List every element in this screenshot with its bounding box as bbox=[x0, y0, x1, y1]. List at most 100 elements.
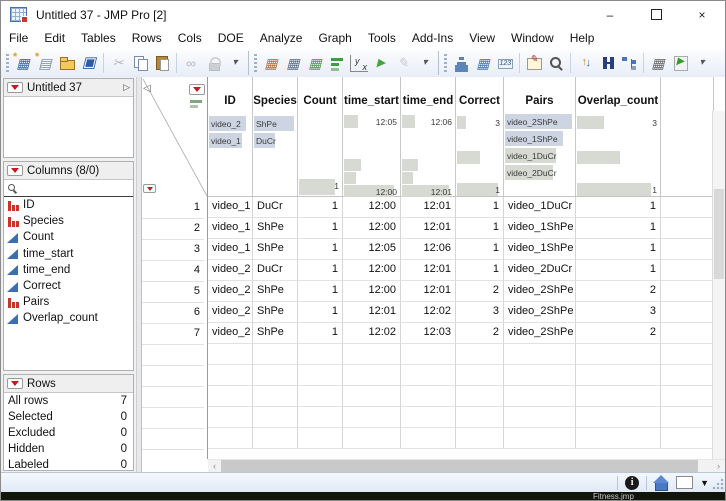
cut-button[interactable] bbox=[107, 52, 129, 74]
cell[interactable] bbox=[208, 365, 253, 386]
row-number[interactable]: 4 bbox=[142, 261, 204, 282]
cell[interactable]: 12:01 bbox=[401, 197, 456, 218]
cell[interactable] bbox=[298, 407, 343, 428]
overflow-button[interactable] bbox=[691, 52, 713, 74]
header-graph-bar[interactable] bbox=[457, 151, 480, 164]
rows-stat-excluded[interactable]: Excluded 0 bbox=[4, 425, 133, 441]
cell[interactable] bbox=[576, 386, 661, 407]
nominal-modeling-type-icon[interactable] bbox=[7, 216, 19, 227]
overflow-button[interactable] bbox=[224, 52, 246, 74]
cell[interactable]: 1 bbox=[298, 260, 343, 281]
continuous-modeling-type-icon[interactable] bbox=[7, 281, 19, 292]
column-header-id[interactable]: ID bbox=[208, 77, 253, 111]
column-header-graph[interactable]: ShPe DuCr bbox=[253, 111, 298, 197]
cell[interactable]: 12:05 bbox=[343, 239, 401, 260]
cell[interactable] bbox=[343, 344, 401, 365]
cell[interactable]: 1 bbox=[456, 260, 504, 281]
red-triangle-columns-header-menu-icon[interactable] bbox=[189, 84, 205, 95]
header-graph-bar[interactable] bbox=[457, 116, 466, 129]
column-header-graph[interactable]: 1 bbox=[298, 111, 343, 197]
row-number[interactable]: 2 bbox=[142, 219, 204, 240]
cell[interactable] bbox=[504, 344, 576, 365]
nominal-modeling-type-icon[interactable] bbox=[7, 297, 19, 308]
cell[interactable]: video_1 bbox=[208, 239, 253, 260]
header-graph-bar[interactable] bbox=[457, 183, 498, 196]
cell[interactable]: DuCr bbox=[253, 197, 298, 218]
cell[interactable] bbox=[576, 407, 661, 428]
column-item-count[interactable]: Count bbox=[4, 229, 133, 245]
close-button[interactable]: × bbox=[679, 1, 725, 28]
row-number[interactable]: 1 bbox=[142, 198, 204, 219]
menu-tables[interactable]: Tables bbox=[73, 28, 124, 49]
resize-grip[interactable] bbox=[712, 478, 724, 490]
cell[interactable] bbox=[343, 386, 401, 407]
cell[interactable] bbox=[504, 386, 576, 407]
cell[interactable]: video_2 bbox=[208, 260, 253, 281]
cell[interactable] bbox=[456, 386, 504, 407]
tabulate-button[interactable] bbox=[282, 52, 304, 74]
column-item-overlap_count[interactable]: Overlap_count bbox=[4, 310, 133, 326]
cell[interactable]: video_1DuCr bbox=[504, 197, 576, 218]
cell[interactable]: 12:01 bbox=[401, 260, 456, 281]
tree-hierarchy-button[interactable] bbox=[618, 52, 640, 74]
horizontal-scrollbar[interactable]: ‹ › bbox=[208, 459, 725, 472]
cell[interactable]: 12:06 bbox=[401, 239, 456, 260]
cell[interactable]: 1 bbox=[576, 260, 661, 281]
cell[interactable]: 12:00 bbox=[343, 197, 401, 218]
toolbar-drag-handle[interactable] bbox=[254, 54, 257, 72]
cell[interactable]: 12:02 bbox=[401, 302, 456, 323]
row-number[interactable]: 3 bbox=[142, 240, 204, 261]
column-header-pairs[interactable]: Pairs bbox=[504, 77, 576, 111]
column-header-overlap_count[interactable]: Overlap_count bbox=[576, 77, 661, 111]
cell[interactable] bbox=[576, 428, 661, 449]
nominal-modeling-type-icon[interactable] bbox=[7, 200, 19, 211]
red-triangle-table-menu-icon[interactable] bbox=[7, 82, 23, 93]
scroll-left-arrow-icon[interactable]: ‹ bbox=[208, 460, 221, 472]
horizontal-scrollbar-thumb[interactable] bbox=[221, 460, 698, 472]
red-triangle-columns-menu-icon[interactable] bbox=[7, 165, 23, 176]
cell[interactable] bbox=[576, 344, 661, 365]
empty-cell[interactable] bbox=[661, 323, 714, 344]
menu-cols[interactable]: Cols bbox=[170, 28, 210, 49]
cell[interactable]: video_2 bbox=[208, 281, 253, 302]
column-item-time_end[interactable]: time_end bbox=[4, 262, 133, 278]
header-graph-bar[interactable] bbox=[577, 116, 604, 129]
menu-window[interactable]: Window bbox=[503, 28, 562, 49]
cell[interactable]: 1 bbox=[576, 218, 661, 239]
header-graph-bar[interactable] bbox=[344, 172, 356, 184]
row-number[interactable] bbox=[142, 429, 204, 450]
column-header-graph[interactable]: 12:05 12:00 bbox=[343, 111, 401, 197]
empty-cell[interactable] bbox=[661, 407, 714, 428]
panel-collapse-arrow-icon[interactable]: ◁ bbox=[143, 83, 151, 94]
cell[interactable] bbox=[253, 344, 298, 365]
cell[interactable]: 12:01 bbox=[401, 281, 456, 302]
cell[interactable]: ShPe bbox=[253, 281, 298, 302]
row-number[interactable] bbox=[142, 366, 204, 387]
menu-rows[interactable]: Rows bbox=[124, 28, 170, 49]
cell[interactable]: ShPe bbox=[253, 323, 298, 344]
menu-edit[interactable]: Edit bbox=[36, 28, 73, 49]
overflow-button[interactable] bbox=[414, 52, 436, 74]
cell[interactable]: video_1 bbox=[208, 197, 253, 218]
save-button[interactable] bbox=[78, 52, 100, 74]
tile-windows-button[interactable] bbox=[304, 52, 326, 74]
menu-view[interactable]: View bbox=[461, 28, 503, 49]
empty-cell[interactable] bbox=[661, 239, 714, 260]
header-graph-bar[interactable] bbox=[344, 159, 361, 171]
panel-expand-arrow-icon[interactable]: ▷ bbox=[123, 82, 130, 93]
join-tables-button[interactable] bbox=[370, 52, 392, 74]
cell[interactable]: 12:00 bbox=[343, 218, 401, 239]
search-table-button[interactable] bbox=[545, 52, 567, 74]
cell[interactable]: 12:01 bbox=[401, 218, 456, 239]
column-header-graph[interactable]: video_2 video_1 bbox=[208, 111, 253, 197]
column-header-graph[interactable]: 31 bbox=[456, 111, 504, 197]
cell[interactable] bbox=[298, 344, 343, 365]
formula-button[interactable] bbox=[647, 52, 669, 74]
row-number[interactable] bbox=[142, 387, 204, 408]
cell[interactable]: 1 bbox=[298, 197, 343, 218]
cell[interactable] bbox=[208, 407, 253, 428]
cell[interactable]: 1 bbox=[456, 218, 504, 239]
cell[interactable]: 12:00 bbox=[343, 281, 401, 302]
cell[interactable]: video_2DuCr bbox=[504, 260, 576, 281]
cell[interactable]: 12:00 bbox=[343, 260, 401, 281]
